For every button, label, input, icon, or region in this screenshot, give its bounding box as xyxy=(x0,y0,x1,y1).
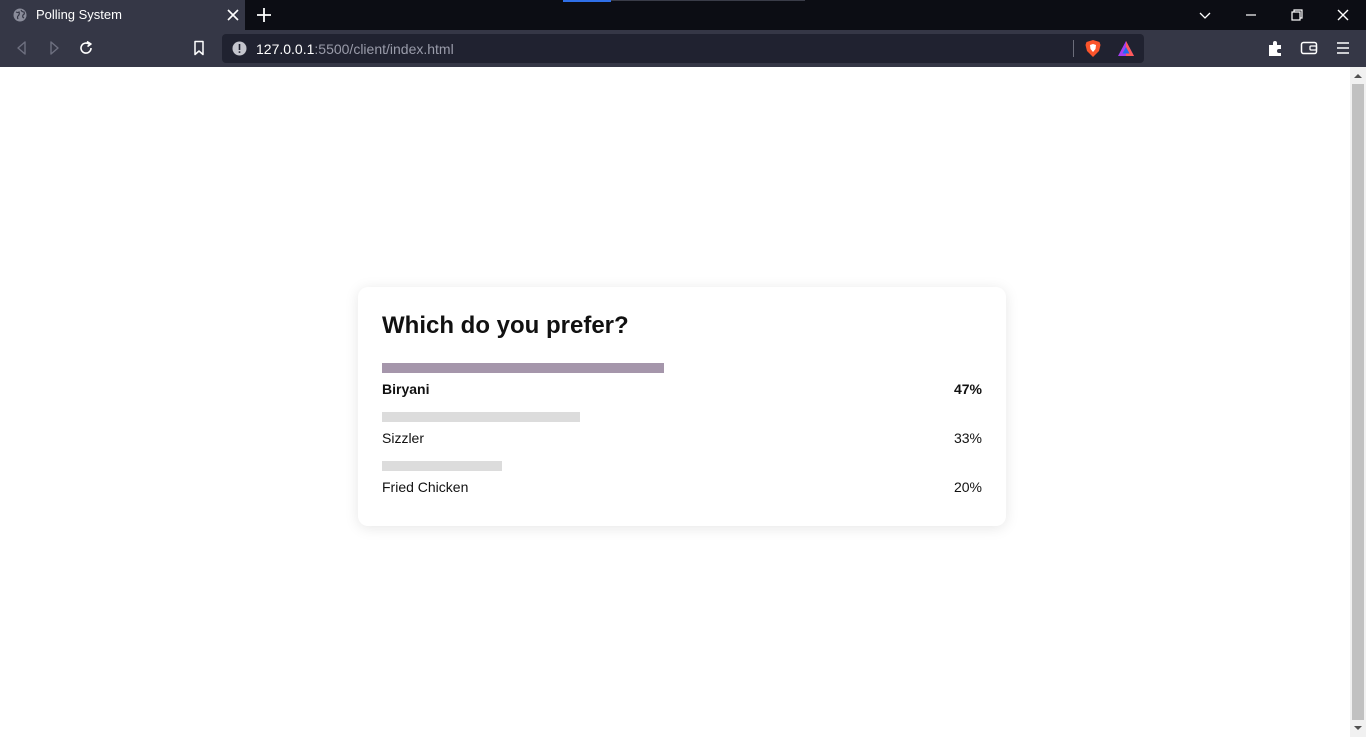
bookmark-icon xyxy=(194,40,204,56)
minimize-button[interactable] xyxy=(1228,0,1274,30)
chevron-down-icon xyxy=(1199,12,1211,19)
back-icon xyxy=(17,41,26,55)
option-percent: 47% xyxy=(953,381,982,397)
forward-button[interactable] xyxy=(45,39,63,57)
option-label: Sizzler xyxy=(382,430,425,446)
menu-button[interactable] xyxy=(1334,39,1352,57)
result-track xyxy=(382,461,982,471)
poll-option-fried-chicken[interactable]: Fried Chicken 20% xyxy=(382,461,982,501)
close-icon[interactable] xyxy=(226,8,240,22)
result-track xyxy=(382,363,982,373)
poll-option-biryani[interactable]: Biryani 47% xyxy=(382,363,982,403)
close-icon xyxy=(1337,9,1349,21)
browser-tab[interactable]: Polling System xyxy=(0,0,245,30)
url-path: :5500/client/index.html xyxy=(314,41,454,57)
plus-icon[interactable] xyxy=(255,6,273,24)
restore-button[interactable] xyxy=(1274,0,1320,30)
tab-search-button[interactable] xyxy=(1182,0,1228,30)
reload-button[interactable] xyxy=(77,39,95,57)
vertical-scrollbar[interactable] xyxy=(1350,67,1366,737)
result-bar xyxy=(382,461,502,471)
browser-toolbar: 127.0.0.1:5500/client/index.html xyxy=(0,30,1366,67)
url-host: 127.0.0.1 xyxy=(256,41,315,57)
extensions-button[interactable] xyxy=(1266,39,1284,57)
poll-card: Which do you prefer? Biryani 47% Sizzler… xyxy=(358,287,1006,526)
option-percent: 33% xyxy=(953,430,982,446)
reload-icon xyxy=(80,40,92,54)
option-percent: 20% xyxy=(953,479,982,495)
close-window-button[interactable] xyxy=(1320,0,1366,30)
globe-icon xyxy=(13,8,27,22)
minimize-icon xyxy=(1246,14,1256,16)
back-button[interactable] xyxy=(13,39,31,57)
wallet-icon xyxy=(1300,41,1318,55)
url-text[interactable]: 127.0.0.1:5500/client/index.html xyxy=(256,41,454,57)
brave-shield-icon[interactable] xyxy=(1084,39,1102,58)
scroll-up-icon[interactable] xyxy=(1354,72,1362,80)
page-viewport: Which do you prefer? Biryani 47% Sizzler… xyxy=(0,67,1350,737)
option-label: Fried Chicken xyxy=(382,479,469,495)
result-track xyxy=(382,412,982,422)
option-label: Biryani xyxy=(382,381,430,397)
tab-strip: Polling System xyxy=(0,0,1366,30)
scrollbar-thumb[interactable] xyxy=(1352,84,1364,720)
result-bar xyxy=(382,412,580,422)
info-icon[interactable] xyxy=(232,41,247,56)
brave-rewards-icon[interactable] xyxy=(1117,40,1135,57)
tab-group-indicator xyxy=(563,0,611,2)
extensions-icon xyxy=(1268,40,1281,56)
result-bar xyxy=(382,363,664,373)
poll-question: Which do you prefer? xyxy=(382,312,629,339)
scroll-down-icon[interactable] xyxy=(1354,724,1362,732)
poll-option-sizzler[interactable]: Sizzler 33% xyxy=(382,412,982,452)
tab-strip-divider xyxy=(611,0,805,1)
address-bar[interactable]: 127.0.0.1:5500/client/index.html xyxy=(222,34,1144,63)
menu-icon xyxy=(1337,42,1349,54)
forward-icon xyxy=(50,41,59,55)
wallet-button[interactable] xyxy=(1300,39,1318,57)
tab-title: Polling System xyxy=(36,7,122,22)
restore-icon xyxy=(1291,9,1303,21)
bookmark-button[interactable] xyxy=(190,39,208,57)
url-divider xyxy=(1073,40,1074,57)
